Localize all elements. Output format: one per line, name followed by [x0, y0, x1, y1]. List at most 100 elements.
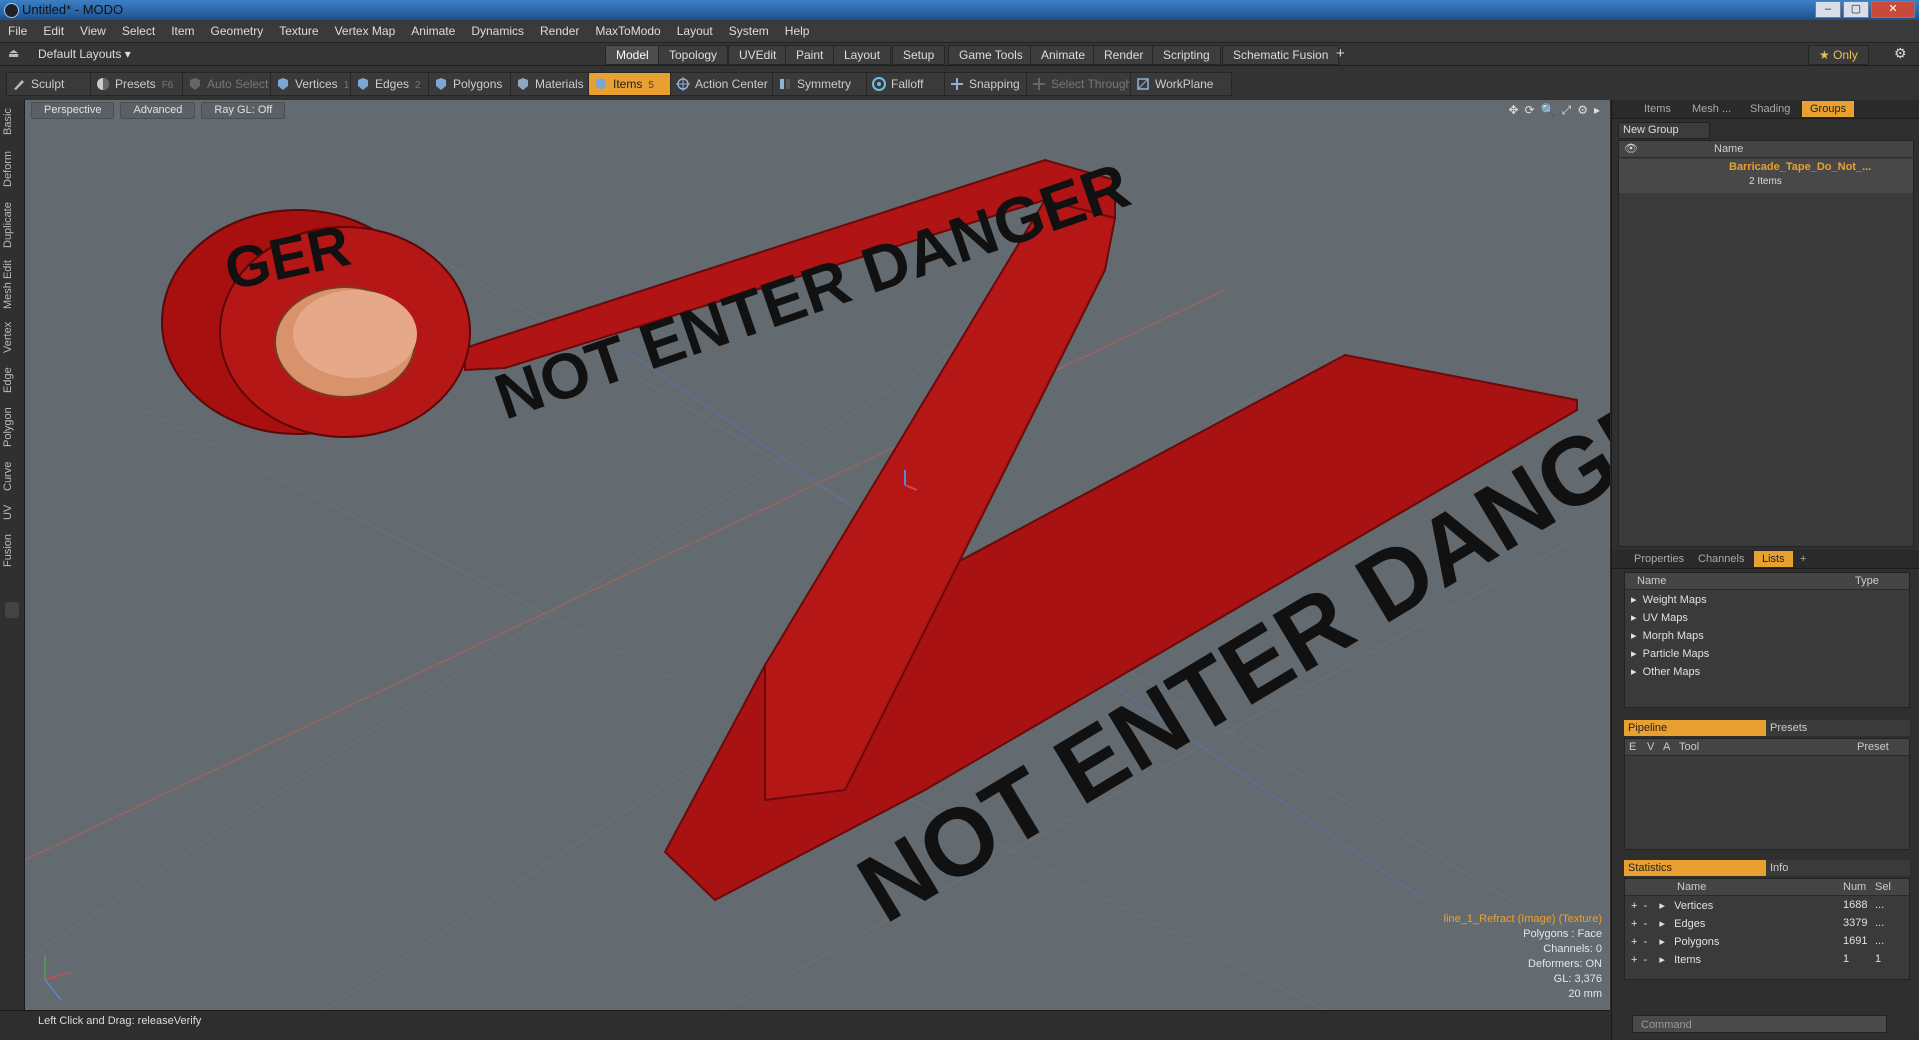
maximize-viewport-icon[interactable]: ⤢: [1562, 103, 1572, 118]
tab-game-tools[interactable]: Game Tools: [948, 45, 1034, 65]
perspective-view-button[interactable]: Perspective: [31, 102, 115, 119]
tab-uv[interactable]: UV: [2, 500, 22, 524]
tab-animate[interactable]: Animate: [1030, 45, 1097, 65]
symmetry-button[interactable]: Symmetry: [772, 72, 874, 96]
action-center-icon: [676, 77, 690, 91]
tab-mesh[interactable]: Mesh ...: [1684, 101, 1739, 117]
tab-deform[interactable]: Deform: [2, 146, 22, 192]
presets-button[interactable]: Presets F6: [90, 72, 186, 96]
auto-select-icon: [190, 78, 200, 90]
menu-animate[interactable]: Animate: [403, 24, 463, 38]
left-panel-toggle[interactable]: [5, 602, 19, 618]
tab-vertex[interactable]: Vertex: [2, 316, 22, 358]
tab-schematic-fusion[interactable]: Schematic Fusion: [1222, 45, 1340, 65]
tab-fusion[interactable]: Fusion: [2, 528, 22, 572]
maximize-button[interactable]: ▢: [1843, 1, 1869, 18]
new-group-button[interactable]: New Group: [1618, 122, 1710, 139]
workplane-button[interactable]: WorkPlane: [1130, 72, 1232, 96]
tab-properties[interactable]: Properties: [1626, 551, 1692, 567]
3d-viewport[interactable]: GER NOT ENTER DANGER NOT ENTER DANGER Pe…: [25, 100, 1610, 1010]
table-row[interactable]: + - ▸ Vertices 1688...: [1631, 899, 1907, 912]
tab-scripting[interactable]: Scripting: [1152, 45, 1221, 65]
tab-polygon[interactable]: Polygon: [2, 402, 22, 452]
tab-mesh-edit[interactable]: Mesh Edit: [2, 258, 22, 312]
auto-select-button[interactable]: Auto Select: [182, 72, 276, 96]
group-row[interactable]: Barricade_Tape_Do_Not_... 2 Items: [1619, 159, 1913, 193]
menu-maxtomodo[interactable]: MaxToModo: [587, 24, 668, 38]
menu-render[interactable]: Render: [532, 24, 587, 38]
gl-info: GL: 3,376: [1553, 973, 1602, 985]
viewport-settings-icon[interactable]: ⚙: [1577, 103, 1588, 118]
workplane-icon: [1137, 78, 1149, 90]
list-item[interactable]: ▸ Other Maps: [1631, 665, 1700, 678]
list-item[interactable]: ▸ Weight Maps: [1631, 593, 1707, 606]
command-input[interactable]: Command: [1632, 1015, 1887, 1033]
deformers-info: Deformers: ON: [1528, 958, 1602, 970]
pan-icon[interactable]: ✥: [1509, 103, 1519, 118]
tab-shading[interactable]: Shading: [1742, 101, 1798, 117]
layout-menu-icon[interactable]: ⏏: [8, 46, 19, 60]
tab-topology[interactable]: Topology: [658, 45, 729, 65]
tab-layout[interactable]: Layout: [833, 45, 892, 65]
table-row[interactable]: + - ▸ Items 1 1: [1631, 953, 1907, 966]
tab-model[interactable]: Model: [605, 45, 660, 65]
advanced-shading-button[interactable]: Advanced: [120, 102, 196, 119]
settings-gear-icon[interactable]: ⚙: [1894, 45, 1907, 62]
viewport-info: line_1_Refract (Image) (Texture) Polygon…: [1444, 912, 1602, 1002]
tab-pipeline[interactable]: Pipeline: [1624, 720, 1766, 736]
tab-paint[interactable]: Paint: [785, 45, 835, 65]
visibility-eye-icon: 👁: [1624, 143, 1638, 155]
add-panel-tab[interactable]: +: [1792, 551, 1814, 567]
tab-items[interactable]: Items: [1636, 101, 1679, 117]
rotate-icon[interactable]: ⟳: [1525, 103, 1535, 118]
tab-basic[interactable]: Basic: [2, 104, 22, 140]
menu-edit[interactable]: Edit: [35, 24, 72, 38]
menu-vertex-map[interactable]: Vertex Map: [327, 24, 404, 38]
menu-system[interactable]: System: [721, 24, 777, 38]
menu-view[interactable]: View: [72, 24, 114, 38]
default-layouts-dropdown[interactable]: Default Layouts ▾: [38, 47, 131, 61]
table-row[interactable]: + - ▸ Polygons 1691...: [1631, 935, 1907, 948]
only-toggle[interactable]: ★ Only: [1808, 45, 1869, 65]
scene-render: GER NOT ENTER DANGER NOT ENTER DANGER: [25, 149, 1610, 1010]
tab-groups[interactable]: Groups: [1802, 101, 1855, 117]
menu-dynamics[interactable]: Dynamics: [463, 24, 532, 38]
menu-geometry[interactable]: Geometry: [203, 24, 272, 38]
menu-help[interactable]: Help: [777, 24, 818, 38]
action-center-button[interactable]: Action Center: [670, 72, 788, 96]
tab-channels[interactable]: Channels: [1690, 551, 1752, 567]
zoom-icon[interactable]: 🔍: [1541, 103, 1556, 118]
menu-file[interactable]: File: [0, 24, 35, 38]
tab-setup[interactable]: Setup: [892, 45, 946, 65]
sculpt-button[interactable]: Sculpt: [6, 72, 92, 96]
menu-layout[interactable]: Layout: [669, 24, 721, 38]
close-button[interactable]: ✕: [1871, 1, 1915, 18]
items-tabs: Items Mesh ... Shading Groups: [1612, 100, 1919, 119]
viewport-expand-icon[interactable]: ▸: [1594, 103, 1600, 118]
add-tab-button[interactable]: +: [1336, 45, 1345, 62]
minimize-button[interactable]: –: [1815, 1, 1841, 18]
tab-duplicate[interactable]: Duplicate: [2, 196, 22, 254]
tab-curve[interactable]: Curve: [2, 456, 22, 496]
table-row[interactable]: + - ▸ Edges 3379...: [1631, 917, 1907, 930]
menu-texture[interactable]: Texture: [271, 24, 326, 38]
lists-panel: Name Type ▸ Weight Maps ▸ UV Maps ▸ Morp…: [1624, 572, 1910, 708]
falloff-button[interactable]: Falloff: [866, 72, 954, 96]
tab-statistics[interactable]: Statistics: [1624, 860, 1766, 876]
list-item[interactable]: ▸ Particle Maps: [1631, 647, 1709, 660]
tab-render[interactable]: Render: [1093, 45, 1155, 65]
raygl-toggle[interactable]: Ray GL: Off: [201, 102, 286, 119]
tool-bar: Sculpt Presets F6 Auto Select Vertices 1 E…: [0, 66, 1919, 101]
list-item[interactable]: ▸ UV Maps: [1631, 611, 1688, 624]
tab-lists[interactable]: Lists: [1754, 551, 1793, 567]
tab-edge[interactable]: Edge: [2, 362, 22, 398]
group-name: Barricade_Tape_Do_Not_...: [1729, 161, 1872, 173]
tab-presets[interactable]: Presets: [1766, 720, 1910, 736]
tab-uvedit[interactable]: UVEdit: [728, 45, 788, 65]
menu-item[interactable]: Item: [163, 24, 202, 38]
tab-info[interactable]: Info: [1766, 860, 1910, 876]
menu-select[interactable]: Select: [114, 24, 163, 38]
status-text: Left Click and Drag: releaseVerify: [38, 1015, 202, 1027]
list-item[interactable]: ▸ Morph Maps: [1631, 629, 1704, 642]
scale-info: 20 mm: [1568, 988, 1602, 1000]
